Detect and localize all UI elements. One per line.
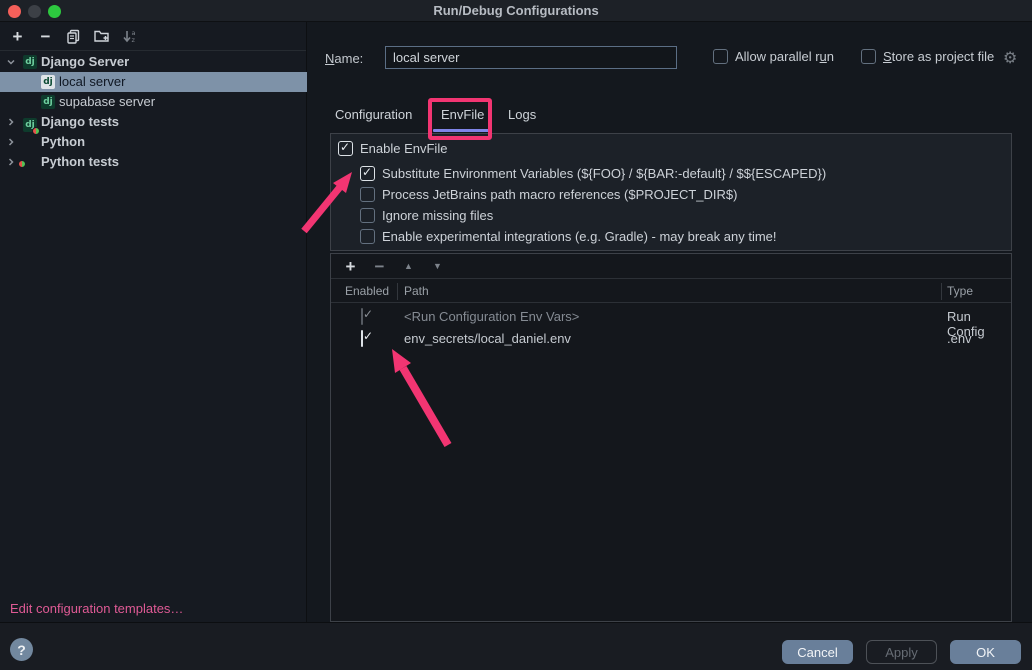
chevron-right-icon[interactable] [6,157,16,167]
run-debug-configurations-dialog: Run/Debug Configurations + − az dj Djang… [0,0,1032,670]
tree-item-supabase-server[interactable]: dj supabase server [0,92,307,112]
name-input[interactable] [385,46,677,69]
remove-file-icon[interactable]: − [371,258,388,275]
substitute-env-vars-checkbox[interactable]: Substitute Environment Variables (${FOO}… [360,166,826,181]
row-enabled-checkbox [361,308,363,325]
substitute-env-vars-label: Substitute Environment Variables (${FOO}… [382,166,826,181]
checkbox[interactable] [360,229,375,244]
table-header: Enabled Path Type [331,280,1011,303]
enable-envfile-checkbox[interactable]: Enable EnvFile [338,141,447,156]
enable-envfile-label: Enable EnvFile [360,141,447,156]
table-row[interactable]: <Run Configuration Env Vars> Run Config [331,306,1011,328]
tree-item-local-server[interactable]: dj local server [0,72,307,92]
add-file-icon[interactable]: + [342,258,359,275]
row-path: <Run Configuration Env Vars> [404,309,579,324]
remove-configuration-icon[interactable]: − [37,28,54,45]
checkbox[interactable] [338,141,353,156]
store-as-project-file-checkbox[interactable]: Store as project file [861,49,994,64]
row-path: env_secrets/local_daniel.env [404,331,571,346]
envfile-options-panel: Enable EnvFile Substitute Environment Va… [330,133,1012,251]
tree-item-django-server[interactable]: dj Django Server [0,52,307,72]
new-folder-icon[interactable] [93,28,110,45]
edit-configuration-templates-link[interactable]: Edit configuration templates… [10,601,183,616]
tree-item-label: local server [59,74,125,89]
help-icon[interactable]: ? [10,638,33,661]
tree-item-python[interactable]: Python [0,132,307,152]
chevron-right-icon[interactable] [6,137,16,147]
apply-button[interactable]: Apply [866,640,937,664]
table-toolbar: + − ▲ ▼ [331,254,1011,279]
configurations-sidebar: + − az dj Django Server dj local server [0,22,307,622]
tree-item-label: supabase server [59,94,155,109]
ok-button[interactable]: OK [950,640,1021,664]
row-type: .env [947,331,972,346]
add-configuration-icon[interactable]: + [9,28,26,45]
tree-item-label: Python [41,134,85,149]
chevron-down-icon[interactable] [6,57,16,67]
store-as-project-file-label: Store as project file [883,49,994,64]
sidebar-toolbar: + − az [0,22,306,51]
django-icon: dj [23,55,37,69]
move-up-icon[interactable]: ▲ [400,258,417,275]
test-badge-icon [18,160,26,168]
row-enabled-checkbox[interactable] [361,330,363,347]
move-down-icon[interactable]: ▼ [429,258,446,275]
chevron-right-icon[interactable] [6,117,16,127]
tree-item-label: Django Server [41,54,129,69]
dialog-title: Run/Debug Configurations [0,3,1032,18]
django-icon: dj [41,75,55,89]
column-header-type[interactable]: Type [947,284,973,298]
sort-alphabetically-icon[interactable]: az [121,28,138,45]
column-header-path[interactable]: Path [404,284,429,298]
tree-item-label: Django tests [41,114,119,129]
ignore-missing-files-checkbox[interactable]: Ignore missing files [360,208,493,223]
checkbox[interactable] [360,187,375,202]
checkbox[interactable] [360,166,375,181]
checkbox[interactable] [861,49,876,64]
cancel-button[interactable]: Cancel [782,640,853,664]
checkbox[interactable] [360,208,375,223]
name-label: Name: [325,51,363,66]
column-header-enabled[interactable]: Enabled [345,284,389,298]
tab-envfile[interactable]: EnvFile [441,107,484,122]
gear-icon[interactable]: ⚙ [1003,48,1017,68]
column-divider[interactable] [941,283,942,300]
tree-item-label: Python tests [41,154,119,169]
table-row[interactable]: env_secrets/local_daniel.env .env [331,328,1011,350]
django-icon: dj [41,95,55,109]
experimental-integrations-checkbox[interactable]: Enable experimental integrations (e.g. G… [360,229,777,244]
env-files-table-panel: + − ▲ ▼ Enabled Path Type <Run Configura… [330,253,1012,622]
tree-item-python-tests[interactable]: Python tests [0,152,307,172]
dialog-footer: ? Cancel Apply OK [0,622,1032,670]
tab-configuration[interactable]: Configuration [335,107,412,122]
checkbox[interactable] [713,49,728,64]
tree-item-django-tests[interactable]: dj Django tests [0,112,307,132]
process-path-macros-label: Process JetBrains path macro references … [382,187,737,202]
tab-logs[interactable]: Logs [508,107,536,122]
configuration-editor: Name: Allow parallel run Store as projec… [308,22,1032,622]
column-divider[interactable] [397,283,398,300]
process-path-macros-checkbox[interactable]: Process JetBrains path macro references … [360,187,737,202]
titlebar: Run/Debug Configurations [0,0,1032,22]
selected-tab-underline [433,129,489,132]
svg-text:z: z [131,36,135,44]
copy-configuration-icon[interactable] [65,28,82,45]
allow-parallel-run-checkbox[interactable]: Allow parallel run [713,49,834,64]
allow-parallel-run-label: Allow parallel run [735,49,834,64]
ignore-missing-files-label: Ignore missing files [382,208,493,223]
experimental-integrations-label: Enable experimental integrations (e.g. G… [382,229,777,244]
